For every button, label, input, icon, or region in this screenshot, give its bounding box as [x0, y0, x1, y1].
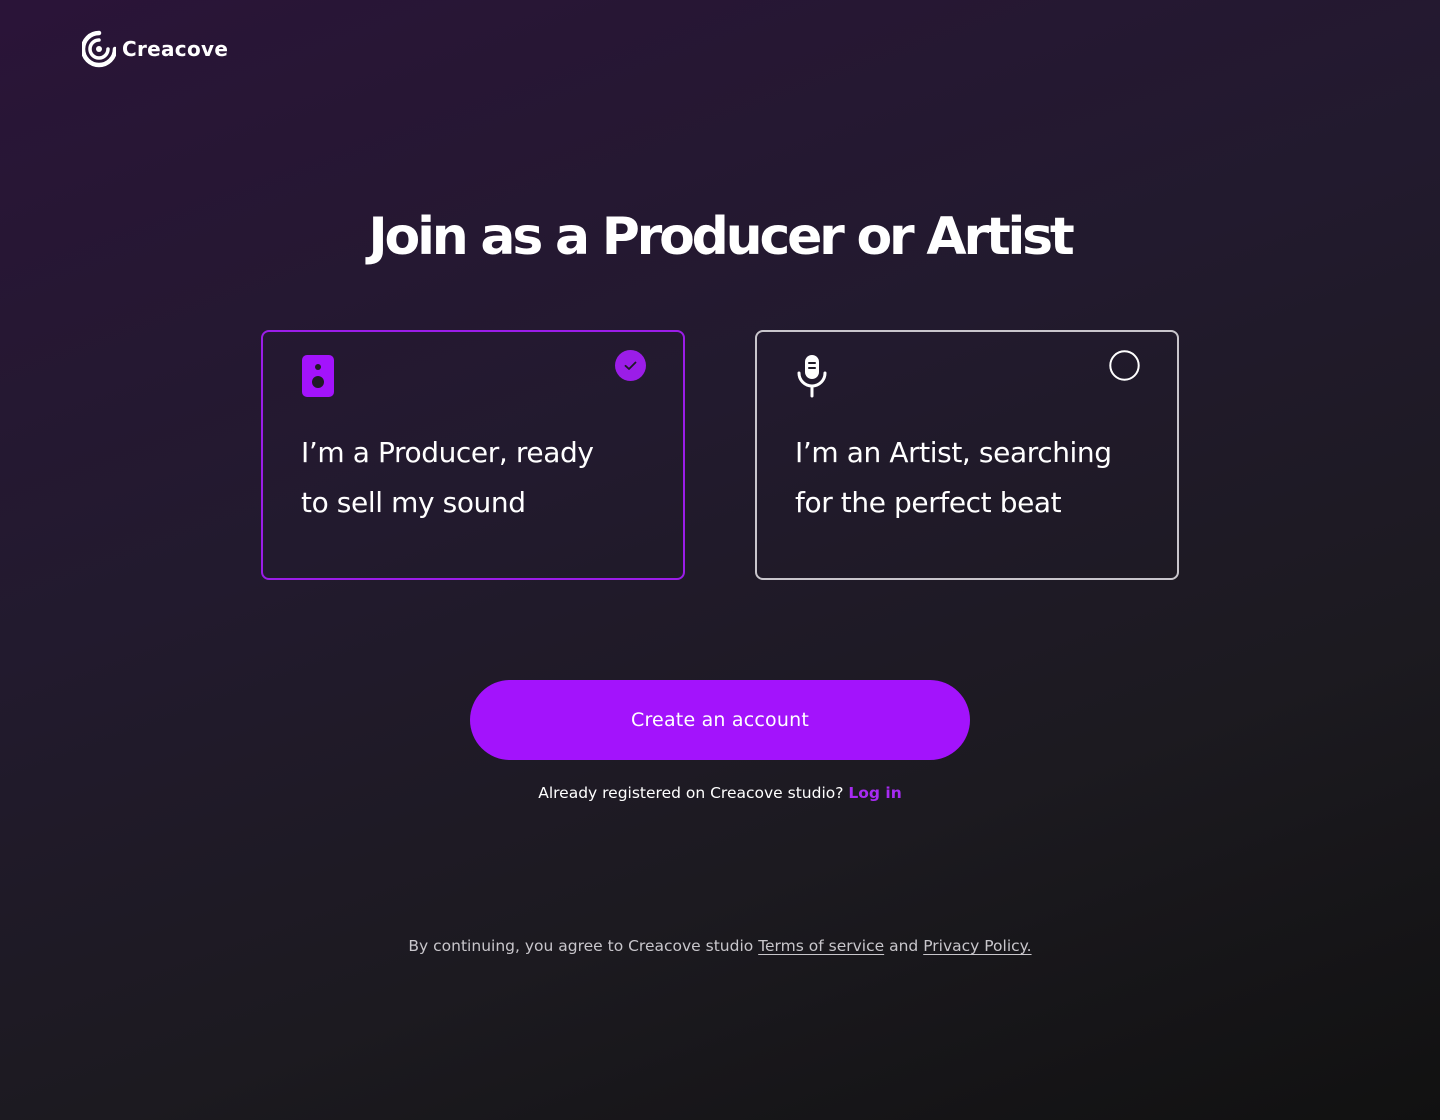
legal-conjunction: and [889, 937, 919, 955]
login-prompt: Already registered on Creacove studio? L… [0, 782, 1440, 804]
role-card-label-line: for the perfect beat [795, 486, 1062, 519]
radio-checked-icon[interactable] [615, 350, 646, 381]
login-link[interactable]: Log in [848, 784, 901, 802]
role-card-label-line: I’m an Artist, searching [795, 436, 1112, 469]
login-prompt-text: Already registered on Creacove studio? [538, 784, 844, 802]
logo[interactable]: Creacove [82, 30, 228, 68]
page-title: Join as a Producer or Artist [368, 207, 1074, 267]
create-account-button[interactable]: Create an account [470, 680, 970, 760]
role-card-artist[interactable]: I’m an Artist, searching for the perfect… [755, 330, 1179, 580]
role-card-label: I’m a Producer, ready to sell my sound [301, 428, 661, 528]
role-card-label-line: to sell my sound [301, 486, 526, 519]
legal-prefix: By continuing, you agree to Creacove stu… [408, 937, 754, 955]
radio-empty-icon[interactable] [1109, 350, 1140, 381]
terms-of-service-link[interactable]: Terms of service [758, 937, 884, 955]
logo-wordmark: Creacove [122, 37, 229, 61]
microphone-icon [797, 355, 827, 398]
creacove-logo-icon [82, 30, 116, 68]
speaker-icon [302, 355, 334, 397]
role-card-label-line: I’m a Producer, ready [301, 436, 594, 469]
role-card-producer[interactable]: I’m a Producer, ready to sell my sound [261, 330, 685, 580]
role-card-label: I’m an Artist, searching for the perfect… [795, 428, 1155, 528]
privacy-policy-link[interactable]: Privacy Policy. [923, 937, 1031, 955]
legal-notice: By continuing, you agree to Creacove stu… [0, 935, 1440, 957]
